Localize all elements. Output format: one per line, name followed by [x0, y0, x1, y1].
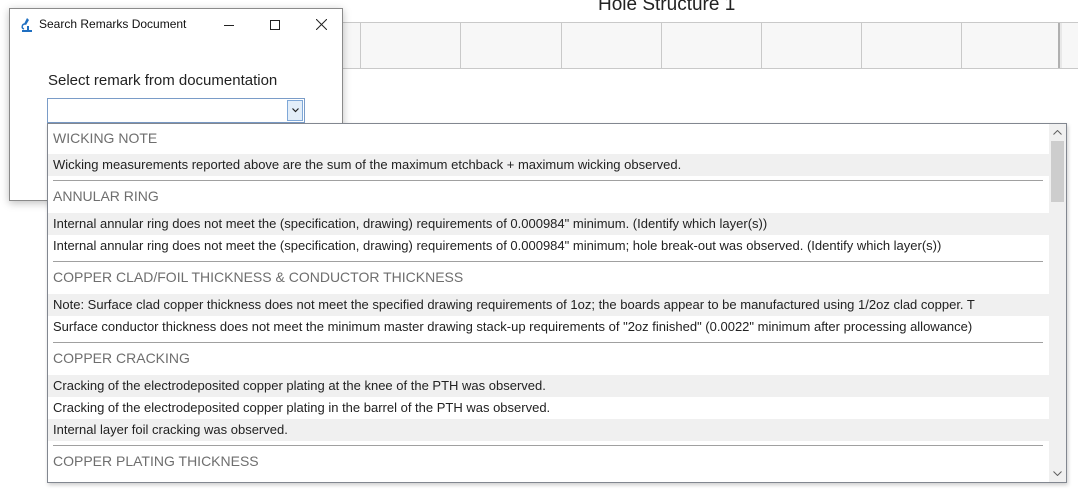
- chevron-down-icon: [1053, 471, 1062, 476]
- combobox-dropdown-button[interactable]: [287, 100, 303, 121]
- remark-item[interactable]: Surface conductor thickness does not mee…: [48, 316, 1049, 338]
- group-heading: COPPER CLAD/FOIL THICKNESS & CONDUCTOR T…: [53, 269, 464, 285]
- remark-group: COPPER PLATING THICKNESS: [48, 446, 1049, 478]
- remarks-list: WICKING NOTE Wicking measurements report…: [48, 124, 1049, 482]
- minimize-icon: [224, 24, 234, 26]
- chevron-up-icon: [1053, 130, 1062, 135]
- remarks-dropdown-list[interactable]: WICKING NOTE Wicking measurements report…: [47, 123, 1067, 483]
- remark-combobox[interactable]: [47, 98, 305, 123]
- remark-item[interactable]: Cracking of the electrodeposited copper …: [48, 375, 1049, 397]
- grid-column-divider: [661, 23, 662, 68]
- chevron-down-icon: [291, 108, 299, 113]
- close-icon: [315, 19, 327, 30]
- remark-item[interactable]: Cracking of the electrodeposited copper …: [48, 397, 1049, 419]
- remark-item[interactable]: Wicking measurements reported above are …: [48, 154, 1049, 176]
- scroll-up-button[interactable]: [1049, 124, 1066, 141]
- group-heading: COPPER CRACKING: [53, 350, 190, 366]
- grid-column-divider: [561, 23, 562, 68]
- grid-column-divider: [360, 23, 361, 68]
- remark-select-label: Select remark from documentation: [48, 72, 278, 89]
- scrollbar-thumb[interactable]: [1051, 141, 1064, 202]
- maximize-button[interactable]: [252, 9, 298, 40]
- background-grid-header: [340, 22, 1078, 69]
- group-heading: COPPER PLATING THICKNESS: [53, 453, 259, 469]
- remark-item[interactable]: Internal layer foil cracking was observe…: [48, 419, 1049, 441]
- group-heading: WICKING NOTE: [53, 130, 158, 146]
- remark-item[interactable]: Internal annular ring does not meet the …: [48, 235, 1049, 257]
- remark-group: COPPER CLAD/FOIL THICKNESS & CONDUCTOR T…: [48, 262, 1049, 343]
- hole-structure-title: Hole Structure 1: [598, 0, 736, 15]
- group-heading: ANNULAR RING: [53, 188, 159, 204]
- remark-item[interactable]: Internal annular ring does not meet the …: [48, 213, 1049, 235]
- remark-group: ANNULAR RING Internal annular ring does …: [48, 181, 1049, 262]
- vertical-scrollbar[interactable]: [1049, 124, 1066, 482]
- dialog-title: Search Remarks Document: [39, 17, 187, 31]
- remark-group: COPPER CRACKING Cracking of the electrod…: [48, 343, 1049, 446]
- scroll-down-button[interactable]: [1049, 465, 1066, 482]
- dialog-titlebar[interactable]: Search Remarks Document: [10, 9, 342, 40]
- grid-column-divider: [861, 23, 862, 68]
- minimize-button[interactable]: [206, 9, 252, 40]
- remark-group: WICKING NOTE Wicking measurements report…: [48, 124, 1049, 181]
- grid-column-divider: [460, 23, 461, 68]
- remark-item[interactable]: Note: Surface clad copper thickness does…: [48, 294, 1049, 316]
- maximize-icon: [270, 19, 280, 30]
- grid-column-divider: [761, 23, 762, 68]
- microscope-icon: [21, 18, 32, 32]
- grid-column-divider: [1058, 23, 1062, 68]
- grid-column-divider: [961, 23, 962, 68]
- close-button[interactable]: [298, 9, 344, 40]
